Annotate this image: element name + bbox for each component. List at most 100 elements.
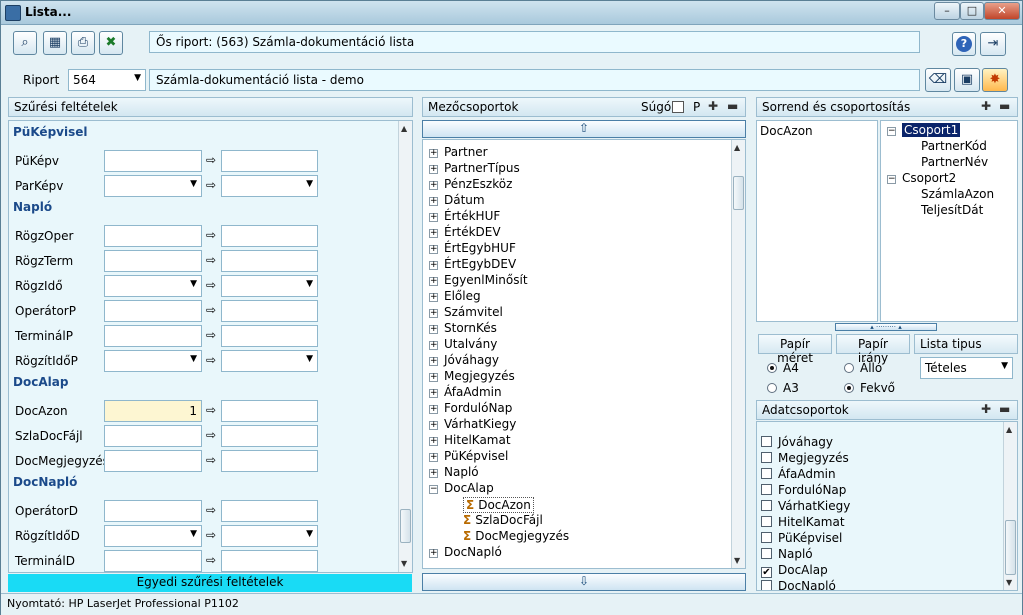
minus-icon[interactable]: ▬	[999, 402, 1010, 416]
filter-to-input[interactable]: ▼	[221, 275, 318, 297]
expand-plus-icon[interactable]: +	[429, 181, 438, 190]
collapse-minus-icon[interactable]: −	[887, 127, 896, 136]
expand-plus-icon[interactable]: +	[429, 437, 438, 446]
datagroup-item[interactable]: Napló	[761, 547, 813, 561]
checkbox[interactable]	[761, 580, 772, 590]
field-group-item[interactable]: + Jóváhagy	[429, 353, 499, 367]
field-group-item[interactable]: + ÁfaAdmin	[429, 385, 502, 399]
expand-plus-icon[interactable]: +	[429, 341, 438, 350]
group-field[interactable]: TeljesítDát	[921, 203, 983, 217]
checkbox[interactable]: ✔	[761, 567, 772, 578]
filter-to-input[interactable]	[221, 550, 318, 572]
filter-to-input[interactable]	[221, 450, 318, 472]
field-item[interactable]: Σ DocAzon	[463, 497, 534, 513]
paper-size-button[interactable]: Papír méret	[758, 334, 832, 365]
fields-scrollbar[interactable]: ▲ ▼	[731, 140, 745, 568]
radio-fekvo[interactable]: Fekvő	[844, 381, 895, 395]
close-button[interactable]: ✕	[984, 2, 1020, 20]
checkbox[interactable]	[761, 548, 772, 559]
filter-to-input[interactable]: ▼	[221, 350, 318, 372]
scroll-thumb[interactable]	[400, 509, 411, 543]
arrow-down-icon[interactable]: ▼	[1006, 578, 1012, 587]
field-group-item[interactable]: + Számvitel	[429, 305, 503, 319]
field-group-item[interactable]: + PénzEszköz	[429, 177, 512, 191]
filter-to-input[interactable]	[221, 250, 318, 272]
list-type-button[interactable]: Lista tipus	[914, 334, 1018, 354]
radio-a4[interactable]: A4	[767, 361, 799, 375]
filter-from-input[interactable]	[104, 325, 202, 347]
expand-plus-icon[interactable]: +	[429, 421, 438, 430]
expand-plus-icon[interactable]: +	[429, 357, 438, 366]
filter-to-input[interactable]	[221, 225, 318, 247]
checkbox[interactable]	[761, 452, 772, 463]
filter-from-input[interactable]: ▼	[104, 175, 202, 197]
field-group-item[interactable]: + PartnerTípus	[429, 161, 520, 175]
collapse-minus-icon[interactable]: −	[429, 485, 438, 494]
minus-icon[interactable]: ▬	[999, 99, 1010, 113]
plus-icon[interactable]: ✚	[981, 402, 991, 416]
arrow-up-icon[interactable]: ▲	[734, 143, 740, 152]
filter-from-input[interactable]	[104, 150, 202, 172]
exit-button[interactable]: ⇥	[980, 32, 1006, 56]
expand-plus-icon[interactable]: +	[429, 325, 438, 334]
filter-from-input[interactable]: ▼	[104, 275, 202, 297]
field-group-item[interactable]: + StornKés	[429, 321, 497, 335]
scroll-up-button[interactable]: ⇧	[422, 120, 746, 138]
group-field[interactable]: PartnerKód	[921, 139, 987, 153]
datagroup-item[interactable]: Jóváhagy	[761, 435, 833, 449]
expand-plus-icon[interactable]: +	[429, 245, 438, 254]
checkbox[interactable]	[761, 532, 772, 543]
filter-to-input[interactable]	[221, 400, 318, 422]
expand-plus-icon[interactable]: +	[429, 165, 438, 174]
print-button[interactable]: ⎙	[71, 31, 95, 55]
excel-export-button[interactable]: ✖	[99, 31, 123, 55]
expand-plus-icon[interactable]: +	[429, 309, 438, 318]
calculator-button[interactable]: ▦	[43, 31, 67, 55]
expand-plus-icon[interactable]: +	[429, 261, 438, 270]
collapse-minus-icon[interactable]: −	[887, 175, 896, 184]
field-group-item[interactable]: − DocAlap	[429, 481, 494, 495]
expand-plus-icon[interactable]: +	[429, 453, 438, 462]
datagroup-item[interactable]: DocNapló	[761, 579, 836, 590]
checkbox[interactable]	[761, 500, 772, 511]
help-button[interactable]: ?	[952, 32, 976, 56]
field-group-item[interactable]: + Dátum	[429, 193, 485, 207]
filter-from-input[interactable]	[104, 425, 202, 447]
plus-icon[interactable]: ✚	[981, 99, 991, 113]
expand-plus-icon[interactable]: +	[429, 373, 438, 382]
field-group-item[interactable]: + Előleg	[429, 289, 481, 303]
scroll-down-button[interactable]: ⇩	[422, 573, 746, 591]
radio-allo[interactable]: Álló	[844, 361, 882, 375]
field-group-item[interactable]: + ÉrtEgybDEV	[429, 257, 516, 271]
datagroup-item[interactable]: Megjegyzés	[761, 451, 849, 465]
filter-from-input[interactable]	[104, 550, 202, 572]
filter-from-input[interactable]: ▼	[104, 350, 202, 372]
filters-scrollbar[interactable]: ▲ ▼	[398, 121, 412, 572]
filter-to-input[interactable]	[221, 325, 318, 347]
datagroup-item[interactable]: ÁfaAdmin	[761, 467, 836, 481]
group-field[interactable]: PartnerNév	[921, 155, 988, 169]
arrow-down-icon[interactable]: ▼	[401, 559, 407, 568]
field-group-item[interactable]: + Utalvány	[429, 337, 497, 351]
filter-from-input[interactable]	[104, 300, 202, 322]
datagroup-item[interactable]: ✔ DocAlap	[761, 563, 828, 578]
filter-to-input[interactable]	[221, 300, 318, 322]
field-group-item[interactable]: + VárhatKiegy	[429, 417, 516, 431]
minus-icon[interactable]: ▬	[727, 99, 738, 113]
expand-plus-icon[interactable]: +	[429, 469, 438, 478]
field-group-item[interactable]: + HitelKamat	[429, 433, 511, 447]
field-group-item[interactable]: + Napló	[429, 465, 479, 479]
group-field[interactable]: SzámlaAzon	[921, 187, 994, 201]
group-node[interactable]: − Csoport1	[887, 123, 961, 137]
arrow-down-icon[interactable]: ▼	[734, 556, 740, 565]
radio-a3[interactable]: A3	[767, 381, 799, 395]
search-button[interactable]: ⌕	[13, 31, 37, 55]
arrow-up-icon[interactable]: ▲	[401, 124, 407, 133]
expand-plus-icon[interactable]: +	[429, 549, 438, 558]
maximize-button[interactable]: □	[960, 2, 984, 20]
datagroup-item[interactable]: HitelKamat	[761, 515, 845, 529]
filter-from-input[interactable]: 1	[104, 400, 202, 422]
filter-to-input[interactable]: ▼	[221, 175, 318, 197]
run-button[interactable]: ✸	[982, 68, 1008, 92]
checkbox[interactable]	[761, 516, 772, 527]
